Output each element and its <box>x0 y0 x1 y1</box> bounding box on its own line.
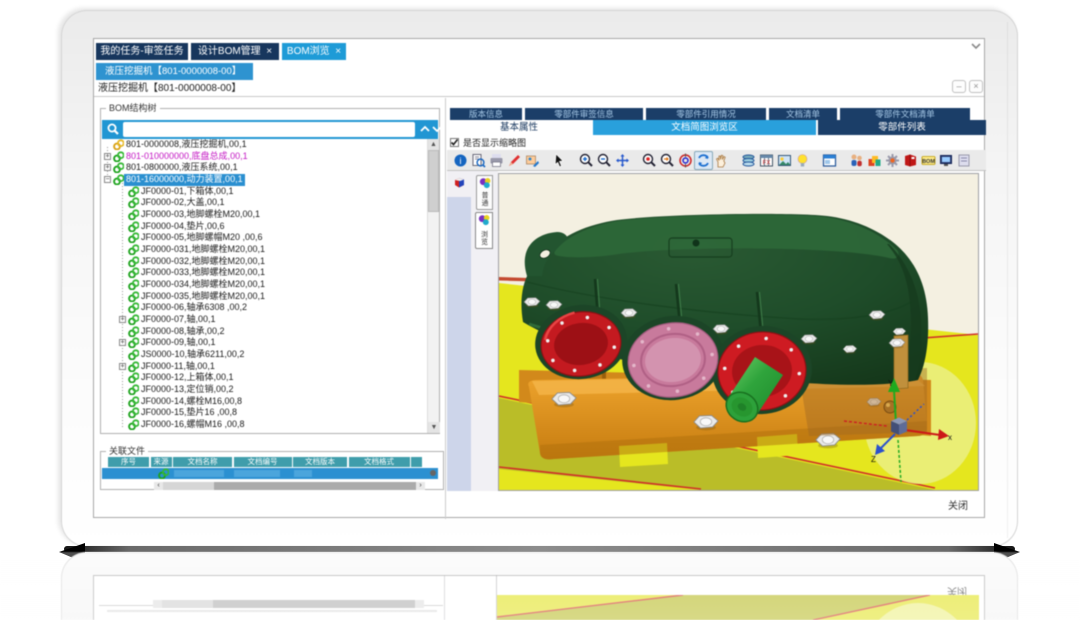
svg-text:BOM: BOM <box>922 159 935 165</box>
svg-text:Z: Z <box>871 455 876 464</box>
svg-text:Y: Y <box>888 379 894 388</box>
svg-text:FX: FX <box>763 161 771 167</box>
svg-text:x: x <box>948 433 952 442</box>
svg-text:i: i <box>460 156 462 166</box>
